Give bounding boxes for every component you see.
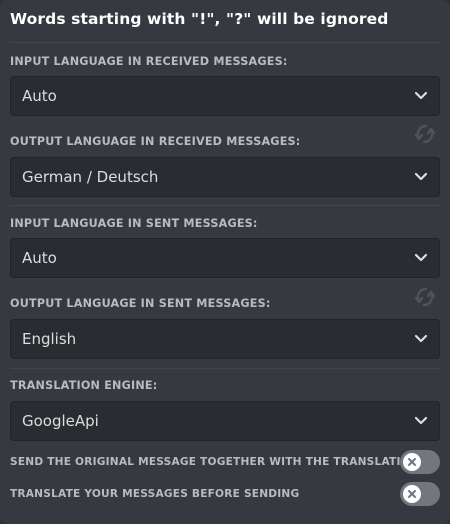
select-translation-engine[interactable]: GoogleApi xyxy=(10,401,440,441)
select-input-received[interactable]: Auto xyxy=(10,76,440,116)
select-value: Auto xyxy=(22,87,57,105)
label-input-sent: INPUT LANGUAGE IN SENT MESSAGES: xyxy=(10,217,258,230)
close-icon xyxy=(408,458,416,466)
label-output-sent: OUTPUT LANGUAGE IN SENT MESSAGES: xyxy=(10,297,271,310)
chevron-down-icon xyxy=(414,416,428,426)
chevron-down-icon xyxy=(414,172,428,182)
select-value: English xyxy=(22,330,77,348)
chevron-down-icon xyxy=(414,91,428,101)
select-output-received[interactable]: German / Deutsch xyxy=(10,157,440,197)
select-output-sent[interactable]: English xyxy=(10,319,440,359)
toggle-send-original[interactable] xyxy=(400,450,440,474)
toggle-label-translate-before-sending: TRANSLATE YOUR MESSAGES BEFORE SENDING xyxy=(10,488,300,500)
chevron-down-icon xyxy=(414,253,428,263)
divider xyxy=(10,42,440,43)
swap-arrows-icon[interactable] xyxy=(413,122,437,146)
chevron-down-icon xyxy=(414,334,428,344)
label-output-received: OUTPUT LANGUAGE IN RECEIVED MESSAGES: xyxy=(10,135,301,148)
select-value: German / Deutsch xyxy=(22,168,159,186)
select-input-sent[interactable]: Auto xyxy=(10,238,440,278)
divider xyxy=(10,205,440,206)
toggle-knob xyxy=(403,485,421,503)
toggle-label-send-original: SEND THE ORIGINAL MESSAGE TOGETHER WITH … xyxy=(10,456,419,468)
swap-arrows-icon[interactable] xyxy=(413,285,437,309)
label-input-received: INPUT LANGUAGE IN RECEIVED MESSAGES: xyxy=(10,55,288,68)
toggle-knob xyxy=(403,453,421,471)
label-translation-engine: TRANSLATION ENGINE: xyxy=(10,379,158,392)
close-icon xyxy=(408,490,416,498)
divider xyxy=(10,368,440,369)
select-value: Auto xyxy=(22,249,57,267)
translator-settings-panel: Words starting with "!", "?" will be ign… xyxy=(0,0,450,524)
toggle-translate-before-sending[interactable] xyxy=(400,482,440,506)
select-value: GoogleApi xyxy=(22,412,99,430)
header-note: Words starting with "!", "?" will be ign… xyxy=(10,10,389,28)
